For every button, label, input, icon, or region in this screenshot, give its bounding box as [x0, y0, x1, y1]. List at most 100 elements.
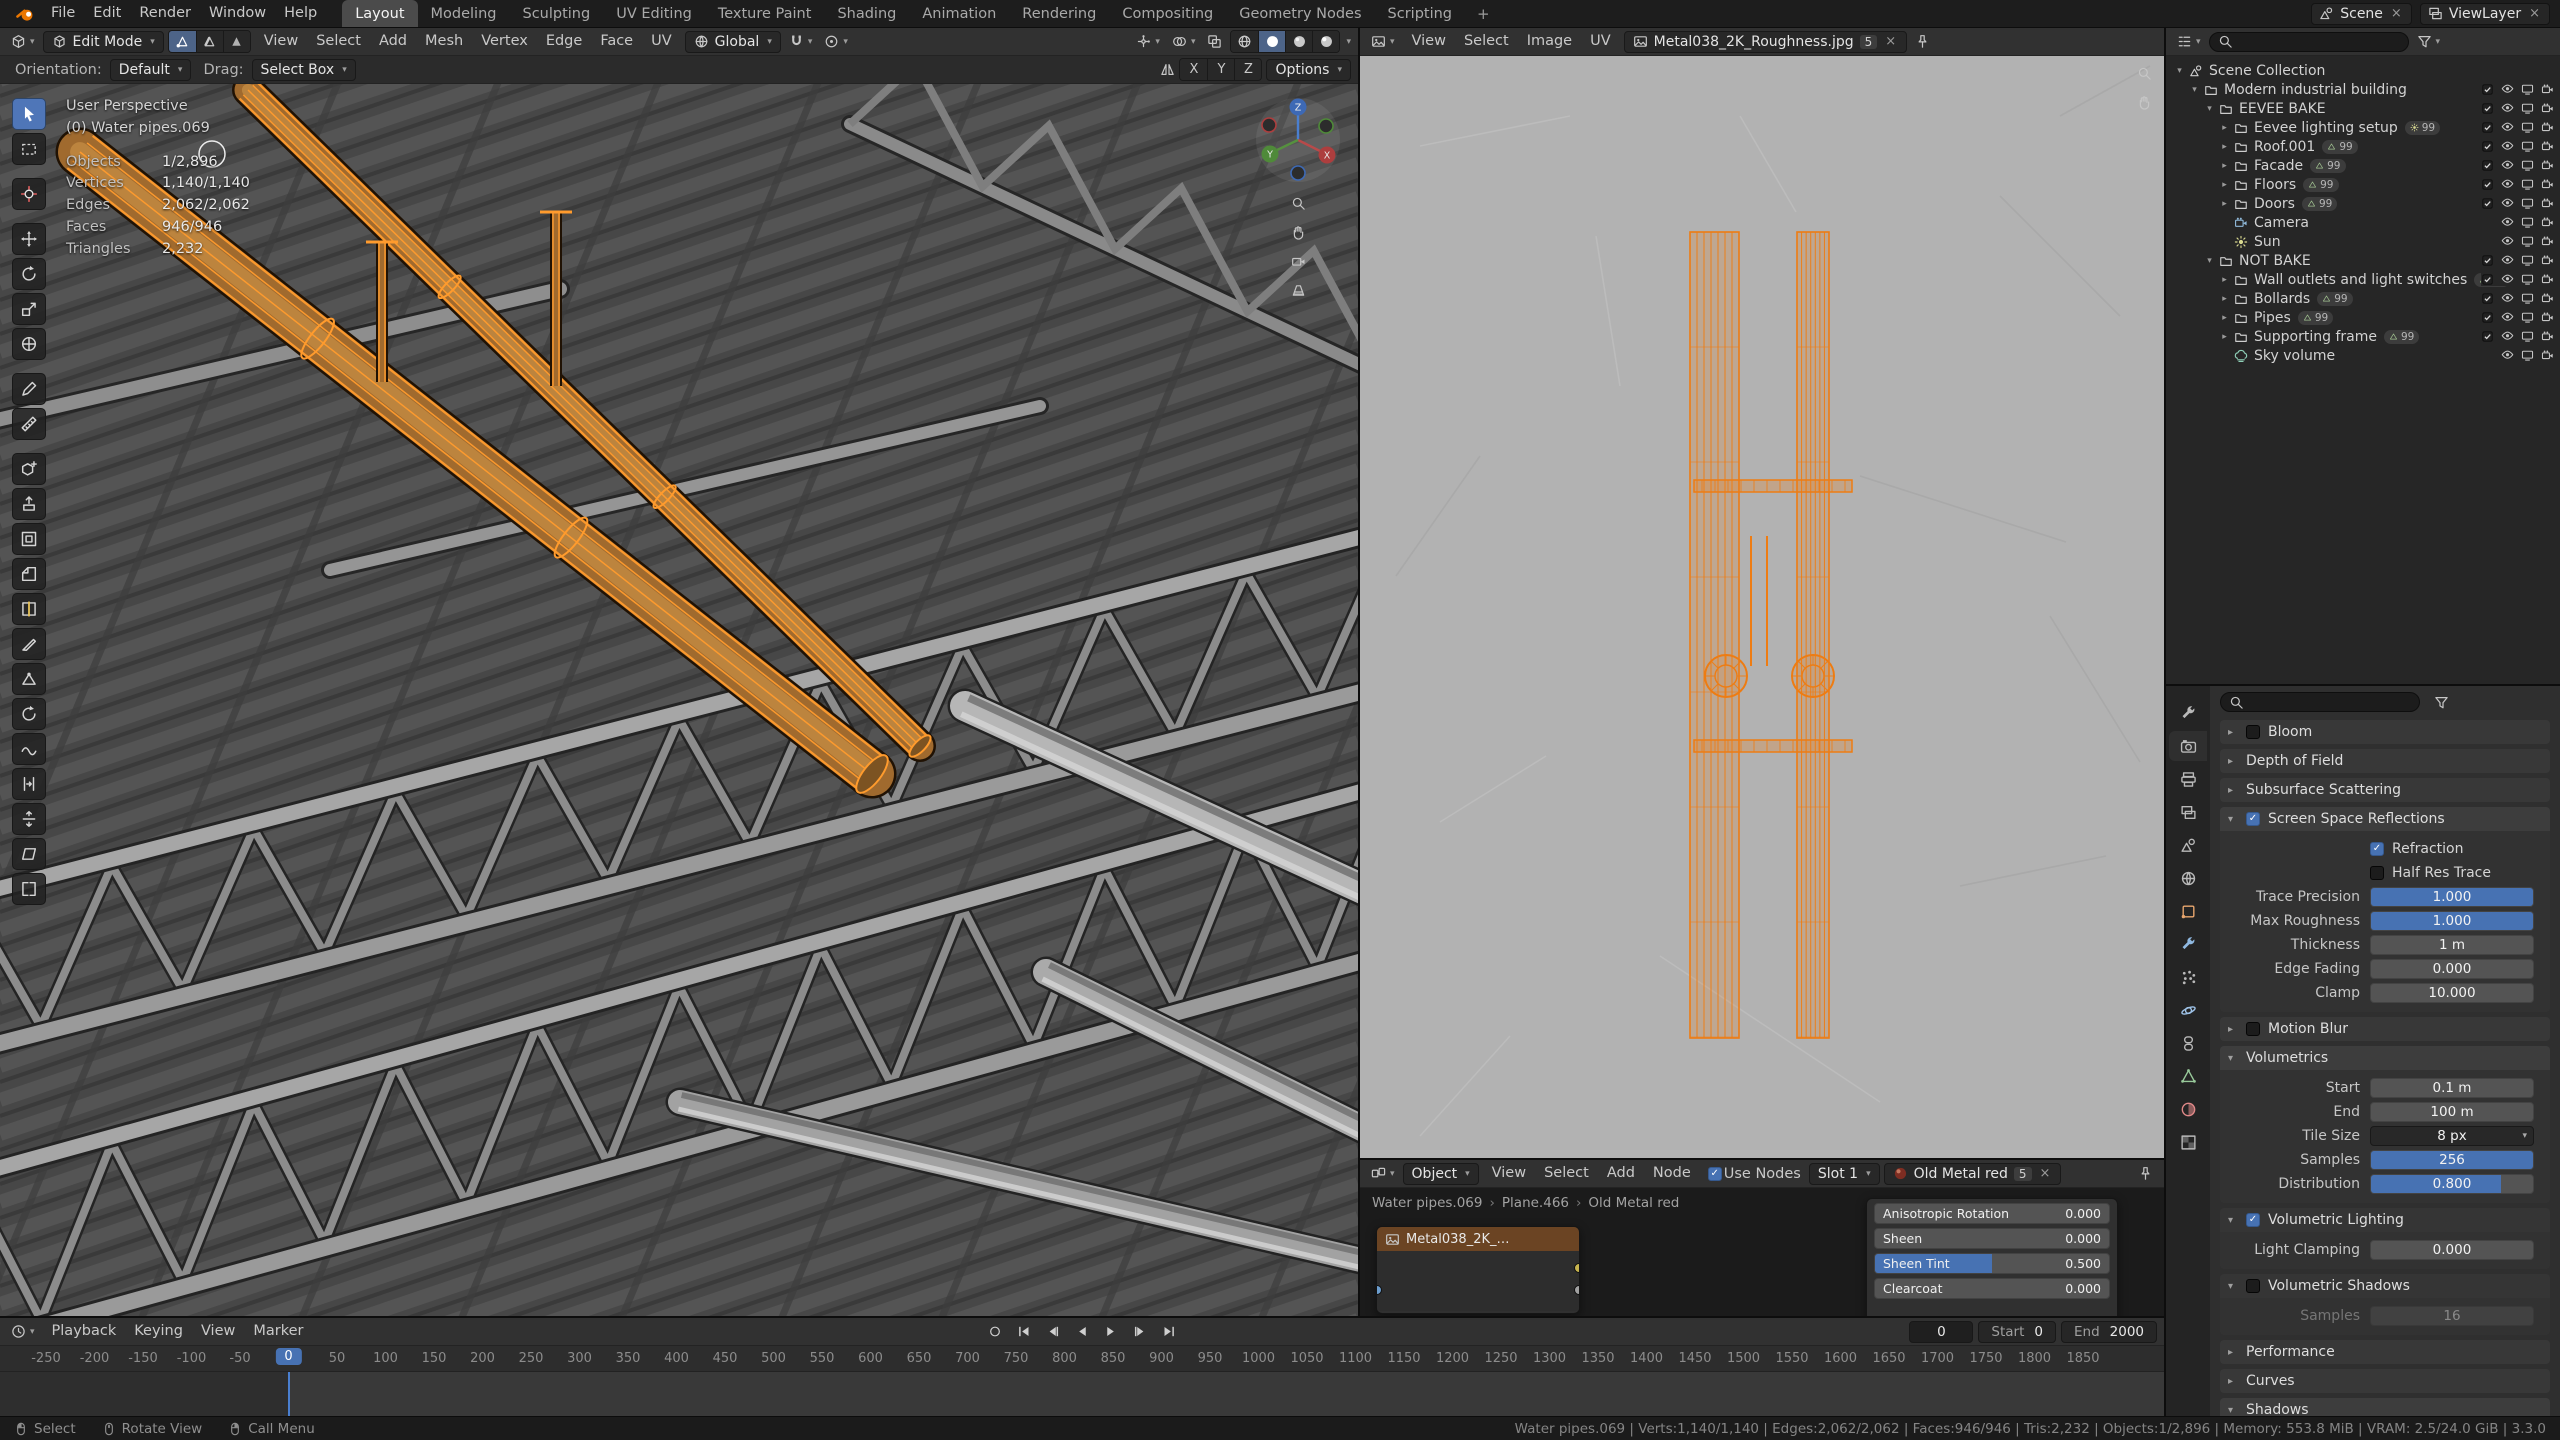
add-workspace-button[interactable]: + — [1467, 5, 1500, 23]
material-slot-dropdown[interactable]: Slot 1 ▾ — [1808, 1162, 1880, 1185]
properties-tab-particles[interactable] — [2169, 962, 2207, 992]
panel-header-performance[interactable]: ▸ Performance — [2220, 1340, 2550, 1364]
image-users-count[interactable]: 5 — [1859, 34, 1878, 49]
jump-to-next-keyframe-button[interactable] — [1127, 1321, 1154, 1342]
disable-in-renders-toggle[interactable] — [2541, 197, 2554, 210]
panel-header-curves[interactable]: ▸ Curves — [2220, 1369, 2550, 1393]
exclude-collection-checkbox[interactable] — [2481, 178, 2494, 191]
disable-in-viewports-toggle[interactable] — [2521, 83, 2534, 96]
tool-extrude-region[interactable] — [12, 488, 46, 520]
disable-in-renders-toggle[interactable] — [2541, 140, 2554, 153]
workspace-tab-geometry-nodes[interactable]: Geometry Nodes — [1226, 0, 1374, 27]
hide-in-viewport-toggle[interactable] — [2501, 102, 2514, 115]
exclude-collection-checkbox[interactable] — [2481, 83, 2494, 96]
disclosure-closed-icon[interactable]: ▸ — [2217, 275, 2232, 285]
disable-in-viewports-toggle[interactable] — [2521, 349, 2534, 362]
end-field[interactable]: 100 m — [2370, 1101, 2534, 1122]
thickness-field[interactable]: 1 m — [2370, 934, 2534, 955]
outliner-row-eevee-bake[interactable]: ▾ EEVEE BAKE — [2166, 99, 2560, 118]
pin-image-toggle[interactable] — [1911, 32, 1934, 51]
uv-clamp-bar[interactable] — [1693, 479, 1853, 493]
properties-tab-constraints[interactable] — [2169, 1028, 2207, 1058]
samples-slider[interactable]: 256 — [2370, 1149, 2534, 1170]
disable-in-renders-toggle[interactable] — [2541, 273, 2554, 286]
panel-header-volumetric-lighting[interactable]: ▾ ✓ Volumetric Lighting — [2220, 1208, 2550, 1232]
workspace-tab-shading[interactable]: Shading — [824, 0, 909, 27]
exclude-collection-checkbox[interactable] — [2481, 140, 2494, 153]
timeline-menu-marker[interactable]: Marker — [244, 1321, 312, 1342]
mode-dropdown[interactable]: Edit Mode ▾ — [42, 30, 164, 53]
panel-header-depth-of-field[interactable]: ▸ Depth of Field — [2220, 749, 2550, 773]
unlink-viewlayer-button[interactable]: × — [2527, 6, 2542, 21]
tool-tweak[interactable] — [12, 98, 46, 130]
use-nodes-toggle[interactable]: ✓ Use Nodes — [1704, 1164, 1805, 1184]
unlink-image-button[interactable]: × — [1883, 34, 1898, 49]
tool-scale[interactable] — [12, 293, 46, 325]
samples-field[interactable]: 16 — [2370, 1305, 2534, 1326]
disable-in-viewports-toggle[interactable] — [2521, 235, 2534, 248]
disable-in-renders-toggle[interactable] — [2541, 311, 2554, 324]
tool-loop-cut[interactable] — [12, 593, 46, 625]
outliner-row-modern-industrial-building[interactable]: ▾ Modern industrial building — [2166, 80, 2560, 99]
properties-tab-world[interactable] — [2169, 863, 2207, 893]
hide-in-viewport-toggle[interactable] — [2501, 216, 2514, 229]
outliner-row-facade[interactable]: ▸ Facade 99 — [2166, 156, 2560, 175]
tool-move[interactable] — [12, 223, 46, 255]
workspace-tab-texture-paint[interactable]: Texture Paint — [705, 0, 825, 27]
use-nodes-checkbox[interactable]: ✓ — [1707, 1166, 1722, 1181]
app-menu-file[interactable]: File — [42, 3, 84, 24]
outliner-row-roof-001[interactable]: ▸ Roof.001 99 — [2166, 137, 2560, 156]
viewport-canvas[interactable]: User Perspective (0) Water pipes.069 Obj… — [0, 84, 1358, 1316]
jump-to-prev-keyframe-button[interactable] — [1040, 1321, 1067, 1342]
viewport-menu-vertex[interactable]: Vertex — [472, 31, 537, 52]
tool-transform[interactable] — [12, 328, 46, 360]
properties-search-input[interactable] — [2220, 692, 2420, 712]
hide-in-viewport-toggle[interactable] — [2501, 349, 2514, 362]
shader-menu-node[interactable]: Node — [1644, 1163, 1700, 1184]
exclude-collection-checkbox[interactable] — [2481, 159, 2494, 172]
disable-in-renders-toggle[interactable] — [2541, 159, 2554, 172]
vector-input-socket[interactable] — [1377, 1285, 1382, 1295]
options-dropdown[interactable]: Options ▾ — [1266, 58, 1351, 81]
editor-type-button[interactable]: ▾ — [2173, 32, 2205, 51]
tool-rotate[interactable] — [12, 258, 46, 290]
node-image-texture[interactable]: Metal038_2K_… — [1376, 1226, 1580, 1314]
shader-menu-select[interactable]: Select — [1535, 1163, 1598, 1184]
panel-checkbox[interactable]: ✓ — [2246, 1213, 2260, 1227]
uv-menu-uv[interactable]: UV — [1581, 31, 1620, 52]
viewlayer-selector[interactable]: ViewLayer × — [2419, 2, 2550, 25]
outliner-row-bollards[interactable]: ▸ Bollards 99 — [2166, 289, 2560, 308]
exclude-collection-checkbox[interactable] — [2481, 273, 2494, 286]
tool-annotate[interactable] — [12, 373, 46, 405]
edge-select-button[interactable] — [195, 31, 223, 52]
timeline-ruler[interactable]: -250 -200 -150 -100 -50 0 50 100 150 200 250 300 350… — [0, 1346, 2164, 1372]
workspace-tab-uv-editing[interactable]: UV Editing — [603, 0, 705, 27]
disable-in-viewports-toggle[interactable] — [2521, 311, 2534, 324]
tool-cursor[interactable] — [12, 178, 46, 210]
hide-in-viewport-toggle[interactable] — [2501, 83, 2514, 96]
hide-in-viewport-toggle[interactable] — [2501, 140, 2514, 153]
exclude-collection-checkbox[interactable] — [2481, 254, 2494, 267]
disable-in-renders-toggle[interactable] — [2541, 83, 2554, 96]
vertex-select-button[interactable] — [168, 31, 196, 52]
exclude-collection-checkbox[interactable] — [2481, 311, 2494, 324]
disable-in-renders-toggle[interactable] — [2541, 121, 2554, 134]
disclosure-open-icon[interactable]: ▾ — [2202, 104, 2217, 114]
pin-material-toggle[interactable] — [2134, 1164, 2157, 1183]
mirror-y-toggle[interactable]: Y — [1207, 59, 1235, 80]
disclosure-open-icon[interactable]: ▾ — [2172, 66, 2187, 76]
panel-header-subsurface-scattering[interactable]: ▸ Subsurface Scattering — [2220, 778, 2550, 802]
color-output-socket[interactable] — [1574, 1263, 1579, 1273]
disclosure-closed-icon[interactable]: ▸ — [2217, 294, 2232, 304]
disclosure-open-icon[interactable]: ▾ — [2187, 85, 2202, 95]
play-reverse-button[interactable] — [1069, 1321, 1096, 1342]
hide-in-viewport-toggle[interactable] — [2501, 197, 2514, 210]
frame-end-field[interactable]: End 2000 — [2060, 1320, 2157, 1343]
scene-selector[interactable]: Scene × — [2311, 2, 2412, 25]
panel-checkbox[interactable] — [2246, 1022, 2260, 1036]
hide-in-viewport-toggle[interactable] — [2501, 330, 2514, 343]
properties-tab-physics[interactable] — [2169, 995, 2207, 1025]
tool-edge-slide[interactable] — [12, 768, 46, 800]
disclosure-closed-icon[interactable]: ▸ — [2217, 313, 2232, 323]
outliner-row-sky-volume[interactable]: Sky volume — [2166, 346, 2560, 365]
